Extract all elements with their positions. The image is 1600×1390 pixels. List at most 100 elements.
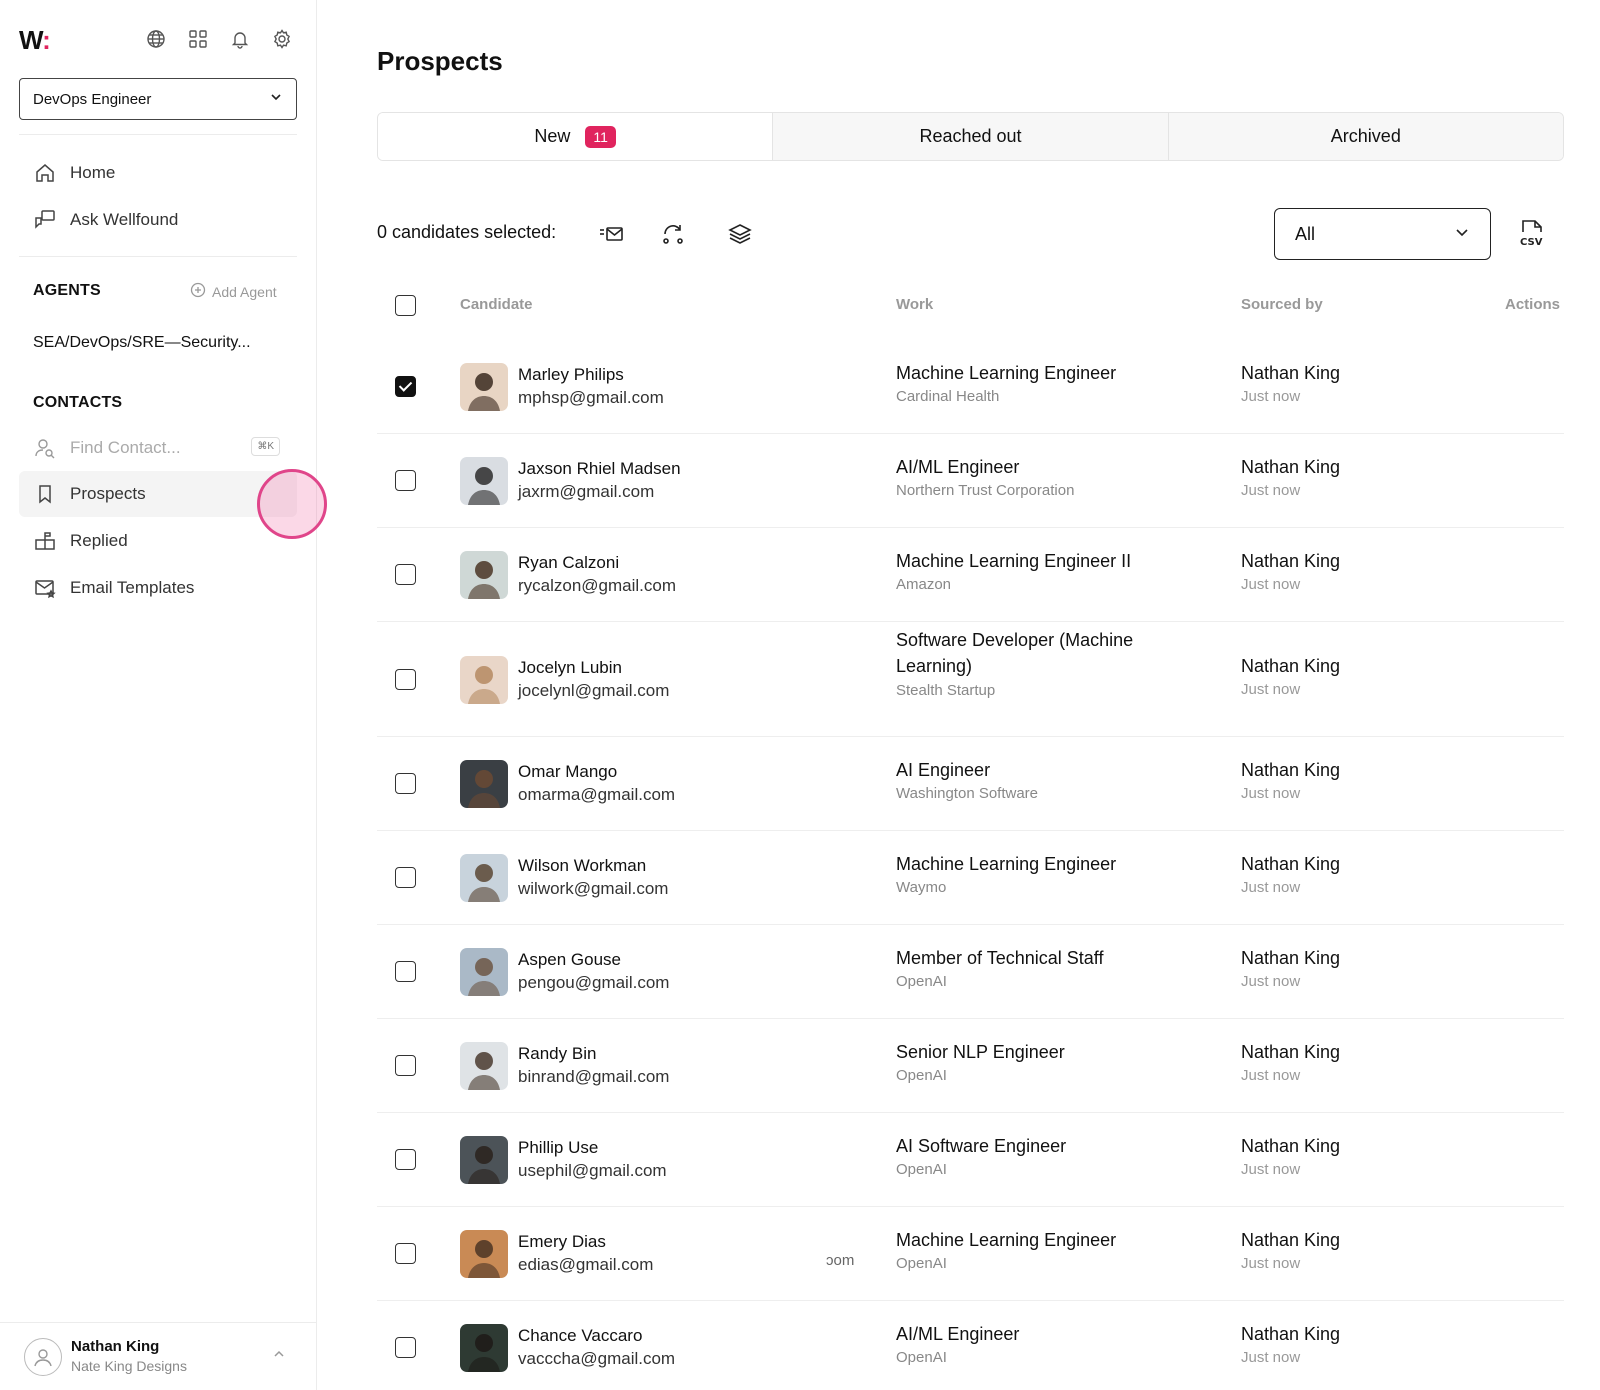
candidate-photo[interactable]: [460, 551, 508, 599]
move-stage-icon[interactable]: [659, 220, 687, 248]
table-row[interactable]: Ryan Calzoni rycalzon@gmail.com Machine …: [377, 528, 1564, 622]
wellfound-logo[interactable]: W:: [19, 25, 51, 56]
sourced-by-name: Nathan King: [1241, 551, 1341, 571]
layers-icon[interactable]: [726, 220, 754, 248]
sourced-by-name: Nathan King: [1241, 1324, 1341, 1344]
row-checkbox[interactable]: [395, 1243, 416, 1264]
row-checkbox[interactable]: [395, 376, 416, 397]
candidate-photo[interactable]: [460, 363, 508, 411]
sourced-time: Just now: [1241, 973, 1301, 990]
bell-icon[interactable]: [229, 28, 251, 50]
row-checkbox[interactable]: [395, 1337, 416, 1358]
sourced-by-name: Nathan King: [1241, 1042, 1341, 1062]
export-csv-icon[interactable]: CSV: [1517, 218, 1547, 255]
table-row[interactable]: Randy Bin binrand@gmail.com Senior NLP E…: [377, 1019, 1564, 1113]
filter-select[interactable]: All: [1274, 208, 1491, 260]
filter-select-value: All: [1295, 223, 1316, 244]
candidate-name[interactable]: Emery Dias: [518, 1232, 606, 1252]
candidate-name[interactable]: Randy Bin: [518, 1044, 596, 1064]
bulk-email-icon[interactable]: [598, 220, 626, 248]
tab-reached-out[interactable]: Reached out: [772, 113, 1168, 160]
table-row[interactable]: Jocelyn Lubin jocelynl@gmail.com Softwar…: [377, 622, 1564, 737]
row-checkbox[interactable]: [395, 668, 416, 690]
role-select[interactable]: DevOps Engineer: [19, 78, 297, 120]
sourced-time: Just now: [1241, 879, 1301, 896]
tab-archived[interactable]: Archived: [1167, 113, 1563, 160]
candidate-name[interactable]: Ryan Calzoni: [518, 553, 619, 573]
gear-icon[interactable]: [271, 28, 293, 50]
find-contact-input[interactable]: Find Contact... ⌘K: [19, 428, 284, 468]
candidate-name[interactable]: Jocelyn Lubin: [518, 658, 622, 678]
table-row[interactable]: Wilson Workman wilwork@gmail.com Machine…: [377, 831, 1564, 925]
chevron-down-icon: [269, 90, 283, 108]
work-title: Senior NLP Engineer: [896, 1042, 1065, 1062]
agent-item[interactable]: SEA/DevOps/SRE—Security...: [33, 334, 251, 352]
chevron-up-icon[interactable]: [272, 1347, 286, 1366]
row-checkbox[interactable]: [395, 773, 416, 794]
select-all-checkbox[interactable]: [395, 295, 416, 316]
sourced-time: Just now: [1241, 1255, 1301, 1272]
work-title: Machine Learning Engineer: [896, 363, 1117, 383]
candidate-email: wilwork@gmail.com: [518, 879, 669, 898]
candidate-name[interactable]: Wilson Workman: [518, 856, 646, 876]
work-title: Machine Learning Engineer II: [896, 551, 1132, 571]
candidate-photo[interactable]: [460, 1230, 508, 1278]
row-checkbox[interactable]: [395, 1055, 416, 1076]
work-company: Cardinal Health: [896, 388, 1000, 405]
candidate-email: mphsp@gmail.com: [518, 388, 664, 407]
count-badge: 11: [585, 125, 616, 148]
chevron-down-icon: [1454, 224, 1470, 245]
table-row[interactable]: Aspen Gouse pengou@gmail.com Member of T…: [377, 925, 1564, 1019]
candidate-name[interactable]: Phillip Use: [518, 1138, 598, 1158]
nav-item-ask-wellfound[interactable]: Ask Wellfound: [19, 197, 297, 243]
column-header-candidate[interactable]: Candidate: [460, 296, 533, 313]
table-row[interactable]: Chance Vaccaro vacccha@gmail.com AI/ML E…: [377, 1301, 1564, 1390]
sourced-by-name: Nathan King: [1241, 1230, 1341, 1250]
plus-circle-icon: [190, 282, 206, 301]
row-checkbox[interactable]: [395, 867, 416, 888]
candidate-name[interactable]: Marley Philips: [518, 365, 624, 385]
candidate-photo[interactable]: [460, 760, 508, 808]
candidate-photo[interactable]: [460, 948, 508, 996]
candidate-photo[interactable]: [460, 1042, 508, 1090]
candidate-photo[interactable]: [460, 1136, 508, 1184]
candidate-name[interactable]: Omar Mango: [518, 762, 617, 782]
table-row[interactable]: Marley Philips mphsp@gmail.com Machine L…: [377, 340, 1564, 434]
candidate-photo[interactable]: [460, 457, 508, 505]
column-header-sourced[interactable]: Sourced by: [1241, 296, 1323, 313]
tab-new-label: New: [534, 126, 571, 146]
work-title: AI Engineer: [896, 760, 991, 780]
candidate-name[interactable]: Aspen Gouse: [518, 950, 621, 970]
nav-item-prospects[interactable]: Prospects: [19, 471, 297, 517]
nav-item-home[interactable]: Home: [19, 150, 297, 196]
work-company: OpenAI: [896, 1255, 947, 1272]
row-checkbox[interactable]: [395, 564, 416, 585]
table-row[interactable]: Phillip Use usephil@gmail.com AI Softwar…: [377, 1113, 1564, 1207]
nav-item-replied[interactable]: Replied: [19, 518, 297, 564]
column-header-work[interactable]: Work: [896, 296, 933, 313]
user-menu[interactable]: Nathan King Nate King Designs: [0, 1322, 317, 1390]
candidate-photo[interactable]: [460, 655, 508, 704]
row-checkbox[interactable]: [395, 961, 416, 982]
sourced-by-name: Nathan King: [1241, 760, 1341, 780]
grid-icon[interactable]: [187, 28, 209, 50]
candidate-photo[interactable]: [460, 854, 508, 902]
work-title: AI/ML Engineer: [896, 457, 1020, 477]
table-row[interactable]: Omar Mango omarma@gmail.com AI Engineer …: [377, 737, 1564, 831]
row-checkbox[interactable]: [395, 470, 416, 491]
globe-icon[interactable]: [145, 28, 167, 50]
tab-archived-label: Archived: [1330, 126, 1401, 146]
sourced-by-name: Nathan King: [1241, 1136, 1341, 1156]
candidate-name[interactable]: Jaxson Rhiel Madsen: [518, 459, 681, 479]
row-checkbox[interactable]: [395, 1149, 416, 1170]
nav-item-email-templates[interactable]: Email Templates: [19, 565, 297, 611]
sourced-time: Just now: [1241, 1067, 1301, 1084]
tab-new[interactable]: New 11: [378, 113, 773, 160]
candidate-photo[interactable]: [460, 1324, 508, 1372]
candidate-name[interactable]: Chance Vaccaro: [518, 1326, 642, 1346]
table-row[interactable]: Emery Dias edias@gmail.com ɔom Machine L…: [377, 1207, 1564, 1301]
nav-label-email-templates: Email Templates: [70, 578, 195, 597]
table-row[interactable]: Jaxson Rhiel Madsen jaxrm@gmail.com AI/M…: [377, 434, 1564, 528]
bookmark-icon: [33, 482, 57, 506]
add-agent-button[interactable]: Add Agent: [190, 282, 277, 301]
